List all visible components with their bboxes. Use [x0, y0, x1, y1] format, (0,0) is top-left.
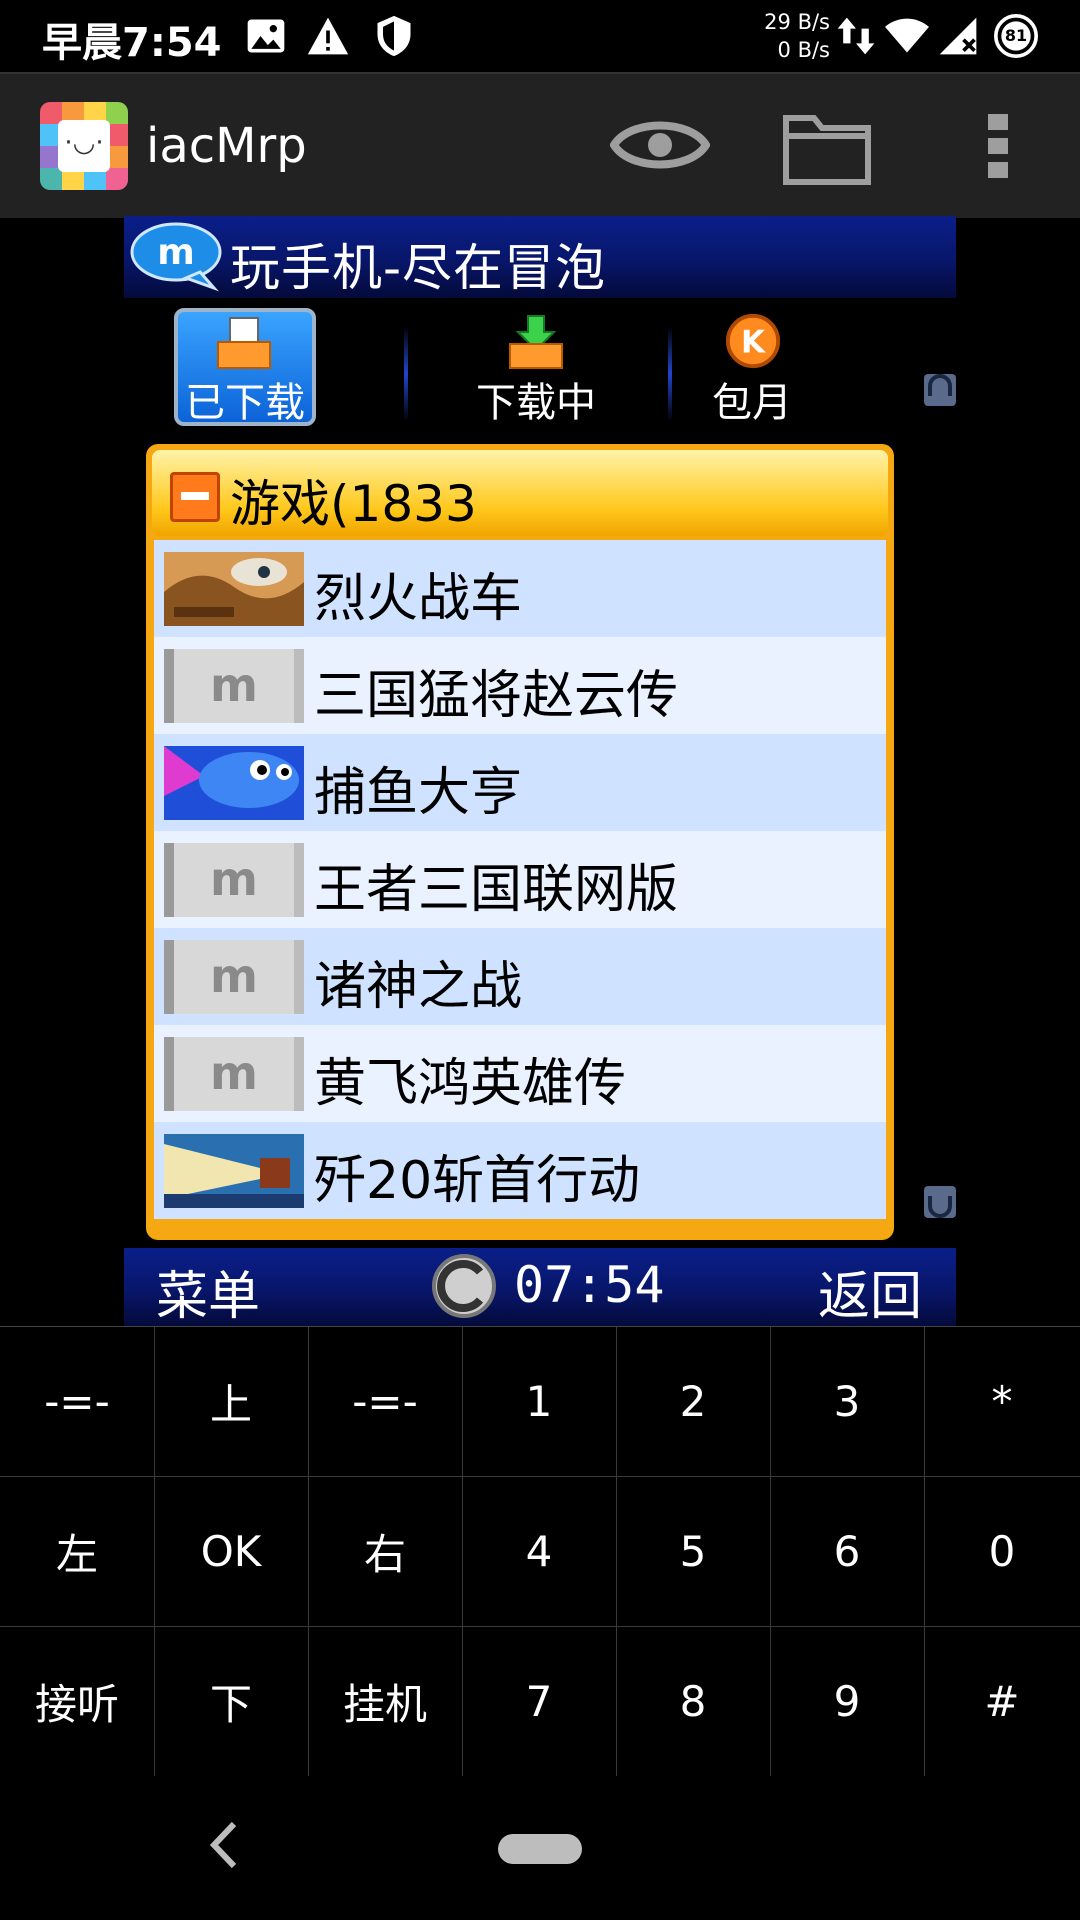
app-logo-icon: ·◡·	[40, 102, 128, 190]
game-title: 三国猛将赵云传	[314, 666, 679, 726]
svg-text:K: K	[741, 325, 766, 361]
key-8[interactable]: 8	[616, 1627, 771, 1776]
key-right-softkey[interactable]: -=-	[308, 1327, 463, 1477]
game-title: 黄飞鸿英雄传	[314, 1054, 627, 1114]
key-star[interactable]: *	[924, 1327, 1080, 1477]
m-placeholder-thumbnail: m	[164, 1037, 304, 1111]
list-item[interactable]: m 诸神之战	[154, 928, 886, 1025]
scroll-down-arrow[interactable]	[924, 1186, 956, 1218]
svg-text:m: m	[157, 232, 195, 273]
speed-up-text: 29 B/s	[764, 10, 830, 34]
key-0[interactable]: 0	[924, 1477, 1080, 1627]
tab-label-monthly: 包月	[712, 380, 792, 426]
tab-downloaded[interactable]: 已下载	[124, 308, 324, 428]
home-nav-pill[interactable]	[498, 1834, 582, 1864]
list-item[interactable]: m 黄飞鸿英雄传	[154, 1025, 886, 1122]
game-title: 歼20斩首行动	[314, 1151, 641, 1211]
fish-thumbnail	[164, 746, 304, 820]
speed-down-text: 0 B/s	[777, 38, 830, 62]
folder-icon[interactable]	[782, 110, 872, 186]
svg-text:m: m	[210, 852, 258, 906]
tab-label-downloading: 下载中	[476, 380, 596, 426]
key-left-softkey[interactable]: -=-	[0, 1327, 155, 1477]
key-call[interactable]: 接听	[0, 1627, 155, 1776]
category-header[interactable]: 游戏(1833	[152, 450, 888, 536]
svg-text:m: m	[210, 1046, 258, 1100]
k-coin-icon: K	[725, 313, 781, 369]
list-item[interactable]: 歼20斩首行动	[154, 1122, 886, 1219]
mopo-logo-icon: m	[130, 222, 222, 292]
image-icon	[247, 19, 285, 53]
back-nav-icon[interactable]	[210, 1820, 238, 1870]
shield-icon	[377, 15, 411, 57]
key-5[interactable]: 5	[616, 1477, 771, 1627]
m-placeholder-thumbnail: m	[164, 649, 304, 723]
screen-header: m 玩手机-尽在冒泡	[124, 216, 956, 298]
status-time: 早晨7:54	[42, 20, 222, 66]
key-up[interactable]: 上	[154, 1327, 309, 1477]
wifi-icon	[885, 18, 929, 53]
game-title: 捕鱼大亨	[314, 763, 523, 823]
system-nav-bar	[0, 1776, 1080, 1920]
softkey-bar: 菜单 07:54 返回	[124, 1248, 956, 1329]
key-1[interactable]: 1	[462, 1327, 617, 1477]
key-9[interactable]: 9	[770, 1627, 925, 1776]
key-6[interactable]: 6	[770, 1477, 925, 1627]
svg-text:m: m	[210, 658, 258, 712]
key-ok[interactable]: OK	[154, 1477, 309, 1627]
collapse-icon[interactable]	[170, 472, 220, 522]
game-list: 游戏(1833 烈火战车 m 三国猛将赵云传 捕鱼大亨 m 王者三国联网版 m …	[146, 444, 894, 1240]
downloading-icon	[509, 315, 563, 369]
game-title: 烈火战车	[314, 569, 523, 629]
key-2[interactable]: 2	[616, 1327, 771, 1477]
battery-level: 81	[1004, 26, 1028, 45]
list-item[interactable]: 烈火战车	[154, 540, 886, 637]
key-7[interactable]: 7	[462, 1627, 617, 1776]
tab-bar: 已下载 下载中 K 包月	[124, 308, 956, 438]
app-bar: ·◡· iacMrp	[0, 72, 1080, 218]
network-speed: 29 B/s 0 B/s	[740, 8, 830, 64]
back-softkey[interactable]: 返回	[818, 1254, 922, 1329]
key-down[interactable]: 下	[154, 1627, 309, 1776]
tab-monthly[interactable]: K 包月	[652, 308, 852, 428]
list-rows: 烈火战车 m 三国猛将赵云传 捕鱼大亨 m 王者三国联网版 m 诸神之战 m 黄…	[154, 540, 886, 1219]
tank-thumbnail	[164, 552, 304, 626]
list-item[interactable]: m 王者三国联网版	[154, 831, 886, 928]
key-4[interactable]: 4	[462, 1477, 617, 1627]
jet-thumbnail	[164, 1134, 304, 1208]
key-hangup[interactable]: 挂机	[308, 1627, 463, 1776]
emulator-screen[interactable]: m 玩手机-尽在冒泡 已下载 下载中 K 包月 游戏(1833 烈火战车 m 三…	[124, 216, 956, 1329]
eye-icon[interactable]	[610, 110, 710, 180]
data-transfer-icon	[837, 17, 875, 55]
list-item[interactable]: m 三国猛将赵云传	[154, 637, 886, 734]
virtual-keypad: -=- 上 -=- 1 2 3 * 左 OK 右 4 5 6 0 接听 下 挂机…	[0, 1326, 1080, 1777]
status-bar: 早晨7:54 29 B/s 0 B/s 81	[0, 0, 1080, 72]
key-left[interactable]: 左	[0, 1477, 155, 1627]
signal-icon	[939, 17, 977, 55]
m-placeholder-thumbnail: m	[164, 940, 304, 1014]
menu-softkey[interactable]: 菜单	[156, 1254, 260, 1329]
category-title: 游戏(1833	[230, 475, 477, 533]
tab-divider	[404, 326, 408, 422]
svg-text:m: m	[210, 949, 258, 1003]
warning-icon	[307, 17, 349, 55]
m-placeholder-thumbnail: m	[164, 843, 304, 917]
overflow-menu-icon[interactable]	[984, 110, 1012, 180]
mopo-spinner-icon	[432, 1254, 496, 1318]
downloaded-icon	[217, 317, 271, 369]
key-3[interactable]: 3	[770, 1327, 925, 1477]
list-item[interactable]: 捕鱼大亨	[154, 734, 886, 831]
screen-clock: 07:54	[514, 1256, 665, 1314]
tab-label-downloaded: 已下载	[185, 380, 305, 426]
key-hash[interactable]: #	[924, 1627, 1080, 1776]
slogan-text: 玩手机-尽在冒泡	[230, 239, 607, 297]
game-title: 诸神之战	[314, 957, 523, 1017]
tab-downloading[interactable]: 下载中	[436, 308, 636, 428]
scroll-up-arrow[interactable]	[924, 374, 956, 406]
app-title: iacMrp	[146, 118, 307, 174]
game-title: 王者三国联网版	[314, 860, 679, 920]
key-right[interactable]: 右	[308, 1477, 463, 1627]
